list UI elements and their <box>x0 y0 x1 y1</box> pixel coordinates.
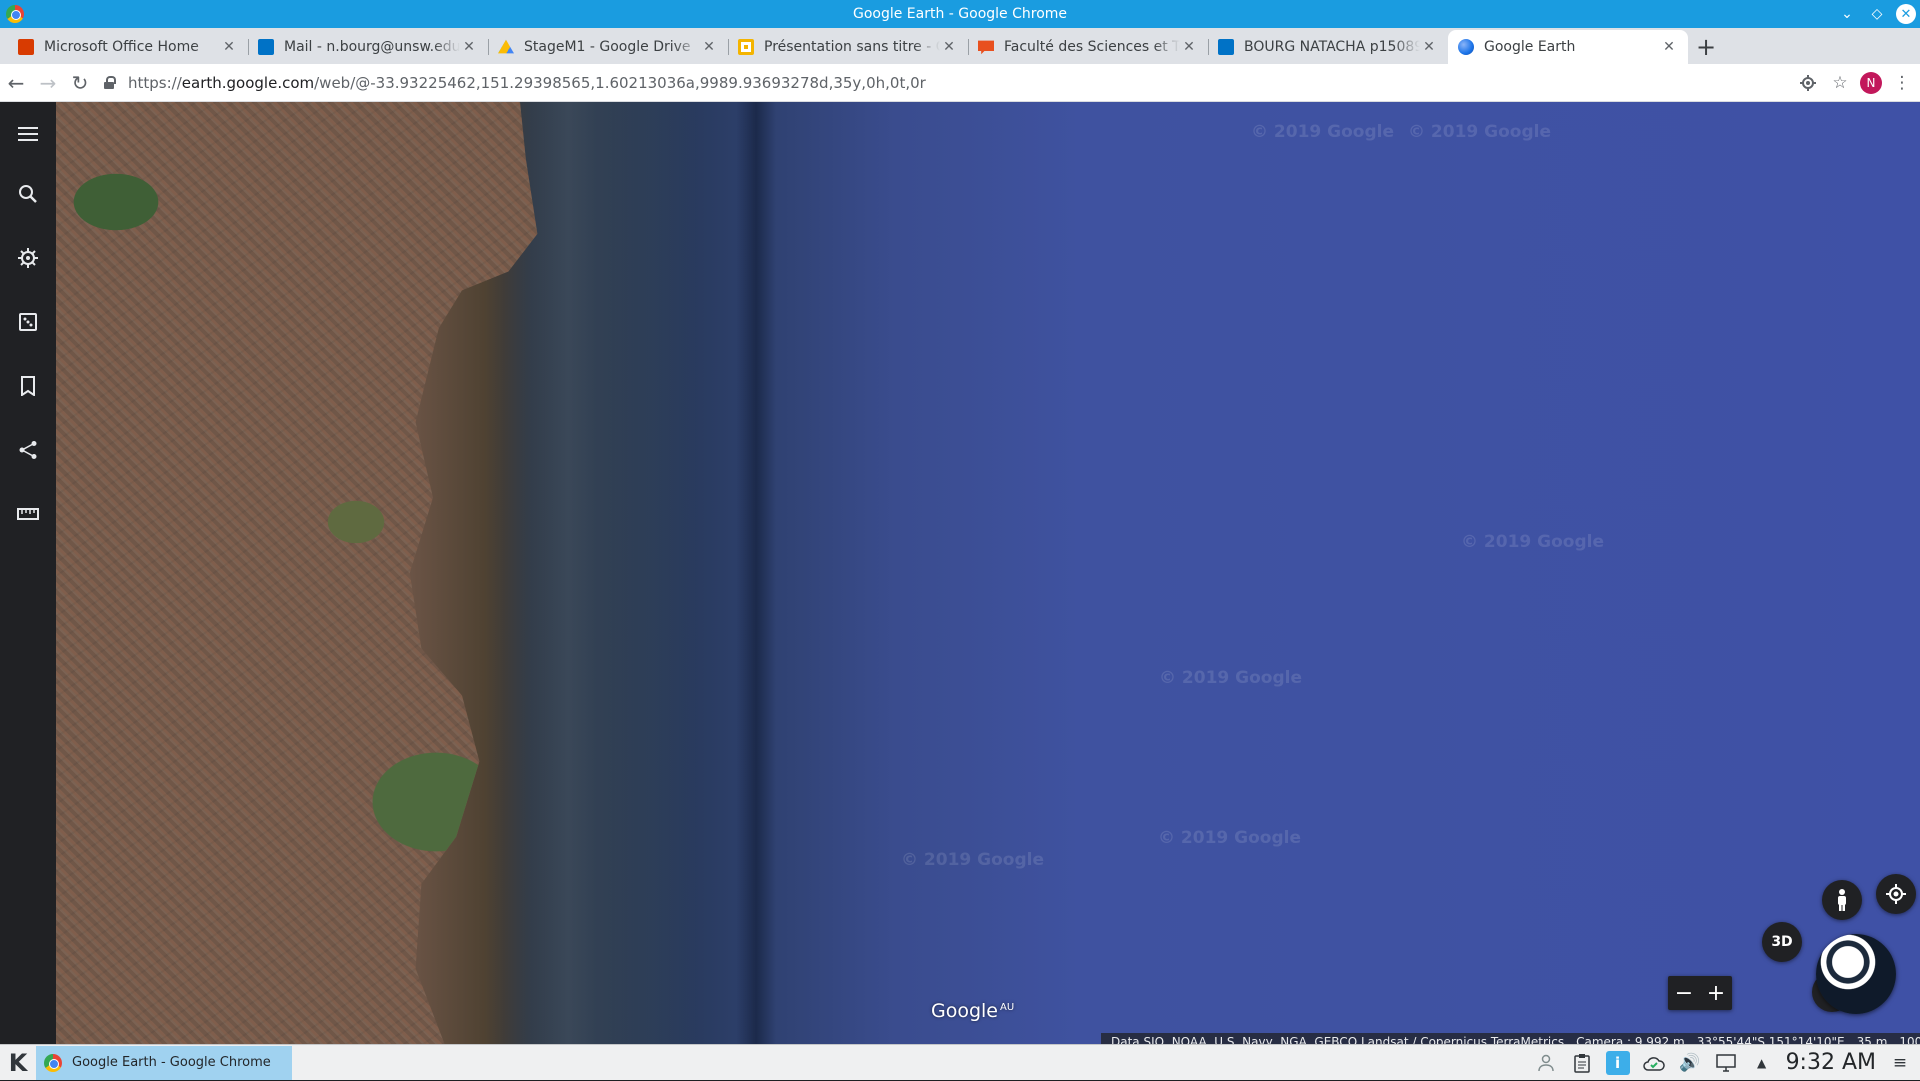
volume-icon[interactable]: 🔊 <box>1678 1051 1702 1075</box>
tab-close-icon[interactable]: ✕ <box>1180 39 1198 55</box>
display-icon[interactable] <box>1714 1051 1738 1075</box>
attribution-text[interactable]: Data SIO, NOAA, U.S. Navy, NGA, GEBCO La… <box>1111 1035 1564 1044</box>
close-icon[interactable]: ✕ <box>1896 4 1916 24</box>
taskbar: K Google Earth - Google Chrome i 🔊 ▲ 9:3… <box>0 1044 1920 1080</box>
address-bar[interactable]: https://earth.google.com/web/@-33.932254… <box>96 68 1796 98</box>
feeling-lucky-icon[interactable] <box>0 290 56 354</box>
outlook-icon <box>1218 39 1234 55</box>
tab-title: Faculté des Sciences et Techn <box>1004 39 1180 55</box>
earth-icon <box>1458 39 1474 55</box>
zoom-in-icon[interactable]: + <box>1707 981 1725 1006</box>
slide-icon <box>978 40 994 55</box>
kde-launcher-icon[interactable]: K <box>0 1045 36 1081</box>
avatar[interactable]: N <box>1860 71 1882 94</box>
status-bar: Data SIO, NOAA, U.S. Navy, NGA, GEBCO La… <box>1101 1033 1920 1044</box>
tab-title: Google Earth <box>1484 39 1576 55</box>
scale-label: 35 m <box>1856 1035 1888 1044</box>
url-scheme: https:// <box>128 73 182 92</box>
tab-title: BOURG NATACHA p1508943 - <box>1244 39 1420 55</box>
toolbar-actions: ☆ N ⋮ <box>1796 71 1920 95</box>
chrome-icon <box>44 1053 62 1072</box>
toggle-3d-button[interactable]: 3D <box>1762 922 1802 962</box>
map-watermark: © 2019 Google <box>1159 668 1302 688</box>
google-logo-region: AU <box>1000 1001 1015 1013</box>
tab-close-icon[interactable]: ✕ <box>220 39 238 55</box>
tab-title: StageM1 - Google Drive <box>524 39 691 55</box>
tab-strip: Microsoft Office Home ✕ Mail - n.bourg@u… <box>0 28 1920 64</box>
camera-altitude: Camera : 9,992 m <box>1576 1035 1685 1044</box>
forward-icon[interactable]: → <box>32 67 64 99</box>
menu-icon[interactable] <box>0 106 56 162</box>
window-titlebar: Google Earth - Google Chrome ⌄ ◇ ✕ <box>0 0 1920 28</box>
tab-faculte[interactable]: Faculté des Sciences et Techn ✕ <box>968 30 1208 64</box>
tab-close-icon[interactable]: ✕ <box>940 39 958 55</box>
tab-title: Présentation sans titre - Goog <box>764 39 940 55</box>
taskbar-item-label: Google Earth - Google Chrome <box>72 1055 271 1070</box>
tab-bourg[interactable]: BOURG NATACHA p1508943 - ✕ <box>1208 30 1448 64</box>
coordinates: 33°55'44"S 151°14'10"E <box>1696 1035 1845 1044</box>
tab-office[interactable]: Microsoft Office Home ✕ <box>8 30 248 64</box>
google-logo-text: Google <box>931 1000 999 1022</box>
maximize-icon[interactable]: ◇ <box>1866 3 1888 25</box>
map-watermark: © 2019 Google <box>1461 532 1604 552</box>
clock[interactable]: 9:32 AM <box>1786 1050 1876 1075</box>
slides-icon <box>738 39 754 55</box>
drive-icon <box>498 39 514 54</box>
minimize-icon[interactable]: ⌄ <box>1836 3 1858 25</box>
map-watermark: © 2019 Google <box>1408 122 1551 142</box>
measure-icon[interactable] <box>0 482 56 546</box>
window-title: Google Earth - Google Chrome <box>852 6 1068 22</box>
mini-globe[interactable] <box>1816 934 1896 1014</box>
google-logo: Google AU <box>931 1000 1014 1022</box>
sync-cloud-icon[interactable] <box>1642 1051 1666 1075</box>
office-icon <box>18 39 34 55</box>
panel-menu-icon[interactable]: ≡ <box>1888 1051 1912 1075</box>
map-watermark: © 2019 Google <box>1158 828 1301 848</box>
earth-sidebar <box>0 102 56 1044</box>
bookmark-star-icon[interactable]: ☆ <box>1828 71 1852 95</box>
map-watermark: © 2019 Google <box>1251 122 1394 142</box>
zoom-percent: 100% <box>1899 1035 1920 1044</box>
tab-mail[interactable]: Mail - n.bourg@unsw.edu.au ✕ <box>248 30 488 64</box>
reload-icon[interactable]: ↻ <box>64 67 96 99</box>
tab-close-icon[interactable]: ✕ <box>700 39 718 55</box>
ocean-dropoff <box>736 102 776 1044</box>
tab-close-icon[interactable]: ✕ <box>1420 39 1438 55</box>
chrome-icon <box>6 5 24 23</box>
zoom-out-icon[interactable]: − <box>1675 981 1693 1006</box>
taskbar-item-chrome[interactable]: Google Earth - Google Chrome <box>36 1045 292 1080</box>
share-icon[interactable] <box>0 418 56 482</box>
clipboard-icon[interactable] <box>1570 1051 1594 1075</box>
browser-toolbar: ← → ↻ https://earth.google.com/web/@-33.… <box>0 64 1920 102</box>
my-location-button[interactable] <box>1876 874 1916 914</box>
pegman-button[interactable] <box>1822 880 1862 920</box>
window-controls: ⌄ ◇ ✕ <box>1836 3 1916 25</box>
info-icon[interactable]: i <box>1605 1050 1630 1075</box>
more-icon[interactable]: ⋮ <box>1890 71 1914 95</box>
location-icon[interactable] <box>1796 71 1820 95</box>
tab-title: Microsoft Office Home <box>44 39 199 55</box>
tab-close-icon[interactable]: ✕ <box>1660 39 1678 55</box>
tab-drive[interactable]: StageM1 - Google Drive ✕ <box>488 30 728 64</box>
user-icon[interactable] <box>1534 1051 1558 1075</box>
projects-icon[interactable] <box>0 354 56 418</box>
system-tray: i 🔊 ▲ 9:32 AM ≡ <box>1534 1050 1920 1075</box>
voyager-icon[interactable] <box>0 226 56 290</box>
tab-close-icon[interactable]: ✕ <box>460 39 478 55</box>
url-host: earth.google.com <box>181 73 315 92</box>
tab-title: Mail - n.bourg@unsw.edu.au <box>284 39 460 55</box>
zoom-control: − + <box>1668 976 1732 1010</box>
back-icon[interactable]: ← <box>0 67 32 99</box>
tab-google-earth[interactable]: Google Earth ✕ <box>1448 30 1688 64</box>
url-path: /web/@-33.93225462,151.29398565,1.602130… <box>314 73 926 92</box>
outlook-icon <box>258 39 274 55</box>
tab-slides[interactable]: Présentation sans titre - Goog ✕ <box>728 30 968 64</box>
search-icon[interactable] <box>0 162 56 226</box>
map-canvas[interactable]: © 2019 Google © 2019 Google © 2019 Googl… <box>56 102 1920 1044</box>
lock-icon[interactable] <box>104 75 116 90</box>
new-tab-button[interactable]: + <box>1688 30 1724 64</box>
tray-expand-icon[interactable]: ▲ <box>1750 1051 1774 1075</box>
map-watermark: © 2019 Google <box>901 850 1044 870</box>
